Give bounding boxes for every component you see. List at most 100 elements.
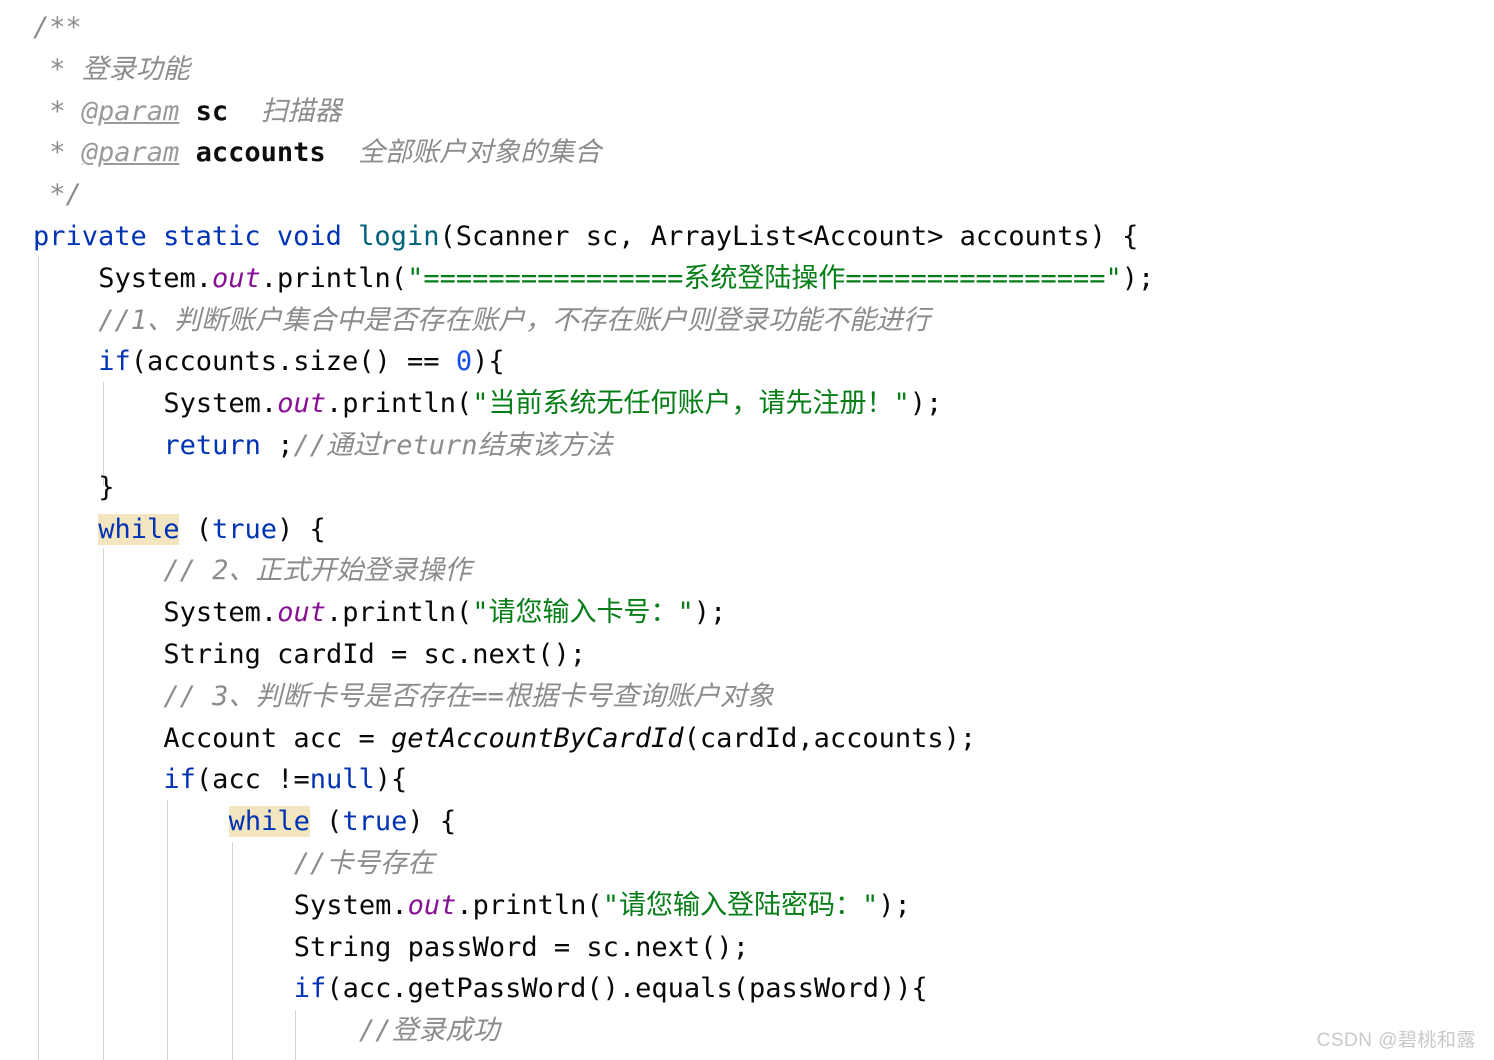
code-token: //通过return结束该方法 xyxy=(293,430,613,461)
code-token: ){ xyxy=(472,346,505,378)
code-token: (acc.getPassWord().equals(passWord)){ xyxy=(326,973,928,1005)
code-token: */ xyxy=(33,179,82,211)
code-token: ); xyxy=(693,597,727,629)
code-token: // 3、判断卡号是否存在==根据卡号查询账户对象 xyxy=(163,680,774,712)
code-token: /** xyxy=(33,12,82,43)
code-token: * xyxy=(33,95,82,127)
code-token: * 登录功能 xyxy=(33,53,190,85)
code-token: getAccountByCardId xyxy=(390,722,684,754)
code-token: "请您输入登陆密码：" xyxy=(602,889,879,921)
code-line[interactable]: while (true) { xyxy=(0,801,456,843)
code-token: System. xyxy=(293,889,408,921)
code-line[interactable]: //卡号存在 xyxy=(0,843,435,885)
code-token: static xyxy=(163,221,261,252)
code-token: ( xyxy=(179,513,212,545)
code-token: (acc != xyxy=(195,764,310,796)
code-token: 0 xyxy=(455,346,473,378)
code-line[interactable]: // 2、正式开始登录操作 xyxy=(0,550,471,592)
code-token: out xyxy=(277,388,326,420)
code-token: Account acc = xyxy=(163,722,391,754)
code-token: System. xyxy=(163,597,278,629)
code-token: // 2、正式开始登录操作 xyxy=(163,555,472,587)
code-token: while xyxy=(98,513,180,545)
code-line[interactable]: Account acc = getAccountByCardId(cardId,… xyxy=(0,718,976,760)
code-line[interactable]: String passWord = sc.next(); xyxy=(0,927,749,969)
code-token: 扫描器 xyxy=(228,95,342,127)
code-token: ); xyxy=(878,889,911,921)
code-token: ( xyxy=(309,806,343,838)
code-token: ); xyxy=(909,388,943,420)
code-line[interactable]: System.out.println("当前系统无任何账户，请先注册！"); xyxy=(0,383,942,425)
code-token: true xyxy=(211,513,278,545)
code-line[interactable]: if(acc.getPassWord().equals(passWord)){ xyxy=(0,968,928,1010)
code-token: @param xyxy=(81,137,180,169)
code-editor-canvas: /** * 登录功能 * @param sc 扫描器 * @param acco… xyxy=(0,0,1494,1060)
csdn-watermark: CSDN @碧桃和露 xyxy=(1316,1030,1476,1051)
code-token: .println( xyxy=(325,597,473,629)
code-token: sc xyxy=(195,95,229,127)
code-token: if xyxy=(98,346,131,378)
code-line[interactable]: System.out.println("请您输入登陆密码："); xyxy=(0,885,911,927)
code-token: } xyxy=(98,471,115,503)
code-token: String cardId = sc.next(); xyxy=(163,639,587,670)
code-token: ) { xyxy=(277,513,326,545)
code-token: .println( xyxy=(456,889,603,921)
code-token: .println( xyxy=(260,262,408,294)
code-token: private xyxy=(33,221,147,252)
code-token: System. xyxy=(163,388,278,420)
code-token: out xyxy=(277,597,326,629)
code-token: ) { xyxy=(407,806,457,838)
code-token: //1、判断账户集合中是否存在账户，不存在账户则登录功能不能进行 xyxy=(98,304,930,336)
code-token: if xyxy=(163,764,196,796)
code-token: (cardId,accounts); xyxy=(683,722,977,754)
code-line[interactable]: if(accounts.size() == 0){ xyxy=(0,341,505,383)
code-token: void xyxy=(276,221,342,252)
code-token: if xyxy=(293,973,327,1005)
code-token: login xyxy=(358,221,440,252)
code-token: * xyxy=(33,137,82,169)
code-line[interactable]: * @param accounts 全部账户对象的集合 xyxy=(0,132,601,174)
code-line[interactable]: String cardId = sc.next(); xyxy=(0,634,586,676)
code-token: String passWord = sc.next(); xyxy=(293,931,749,963)
code-line[interactable]: */ xyxy=(0,174,82,216)
code-token: "请您输入卡号：" xyxy=(472,597,694,629)
code-token: accounts xyxy=(195,137,326,169)
code-line[interactable]: return ;//通过return结束该方法 xyxy=(0,425,613,467)
code-token: null xyxy=(309,764,375,796)
code-token: 全部账户对象的集合 xyxy=(325,137,602,169)
code-token: out xyxy=(211,262,261,294)
code-line[interactable]: /** xyxy=(0,7,82,49)
code-token: out xyxy=(407,889,457,921)
code-token: "当前系统无任何账户，请先注册！" xyxy=(472,388,910,420)
code-line[interactable]: * 登录功能 xyxy=(0,49,190,91)
code-token: ){ xyxy=(374,764,408,796)
code-token: (Scanner sc, ArrayList<Account> accounts… xyxy=(439,221,1139,252)
code-line[interactable]: } xyxy=(0,467,114,509)
code-token: ; xyxy=(260,430,294,461)
code-token: //登录成功 xyxy=(359,1015,500,1047)
code-token: .println( xyxy=(325,388,473,420)
code-line[interactable]: //1、判断账户集合中是否存在账户，不存在账户则登录功能不能进行 xyxy=(0,300,930,342)
code-token: true xyxy=(342,806,408,838)
code-token: while xyxy=(228,806,310,838)
code-token: //卡号存在 xyxy=(293,848,435,879)
code-token: System. xyxy=(98,262,212,294)
code-token: (accounts.size() == xyxy=(130,346,456,378)
code-line[interactable]: * @param sc 扫描器 xyxy=(0,91,342,133)
code-token: @param xyxy=(81,95,180,127)
code-line[interactable]: private static void login(Scanner sc, Ar… xyxy=(0,216,1138,258)
code-token: "================系统登陆操作================" xyxy=(407,262,1122,294)
code-line[interactable]: System.out.println("================系统登陆… xyxy=(0,258,1154,300)
code-token: ); xyxy=(1121,262,1155,294)
code-token: return xyxy=(163,430,261,461)
code-line[interactable]: while (true) { xyxy=(0,509,326,551)
code-line[interactable]: // 3、判断卡号是否存在==根据卡号查询账户对象 xyxy=(0,676,774,718)
code-line[interactable]: if(acc !=null){ xyxy=(0,759,407,801)
code-line[interactable]: //登录成功 xyxy=(0,1010,500,1052)
code-line[interactable]: System.out.println("请您输入卡号："); xyxy=(0,592,726,634)
